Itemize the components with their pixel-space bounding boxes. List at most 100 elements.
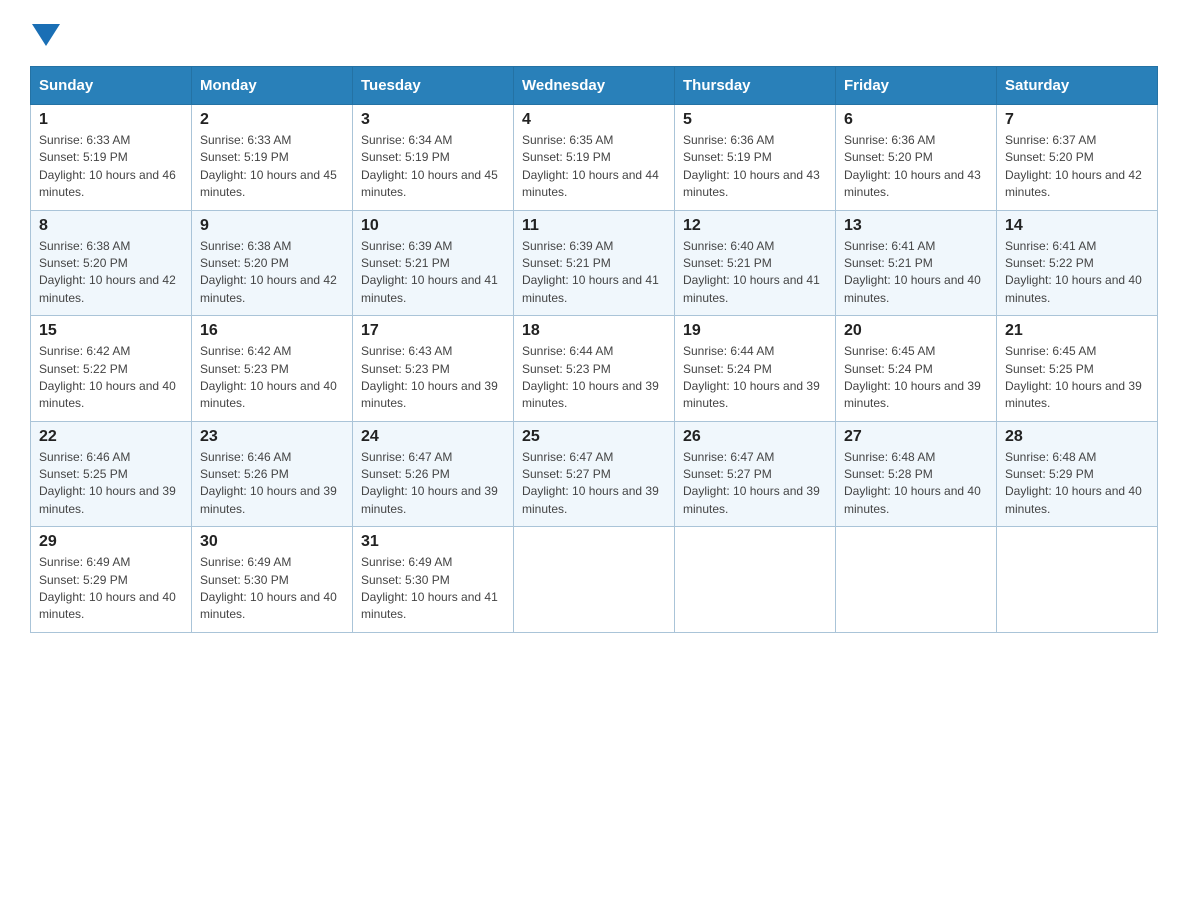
calendar-cell: 18 Sunrise: 6:44 AMSunset: 5:23 PMDayligh… xyxy=(514,316,675,422)
day-info: Sunrise: 6:37 AMSunset: 5:20 PMDaylight:… xyxy=(1005,132,1149,202)
calendar-cell: 22Sunrise: 6:46 AMSunset: 5:25 PMDayligh… xyxy=(31,421,192,527)
week-row-5: 29 Sunrise: 6:49 AMSunset: 5:29 PMDayligh… xyxy=(31,527,1158,633)
day-number: 15 xyxy=(39,322,183,340)
header-row: SundayMondayTuesdayWednesdayThursdayFrid… xyxy=(31,67,1158,105)
day-number: 9 xyxy=(200,217,344,235)
day-number: 8 xyxy=(39,217,183,235)
calendar-cell: 6Sunrise: 6:36 AMSunset: 5:20 PMDaylight… xyxy=(836,105,997,211)
calendar-cell: 13 Sunrise: 6:41 AMSunset: 5:21 PMDayligh… xyxy=(836,210,997,316)
day-info: Sunrise: 6:33 AMSunset: 5:19 PMDaylight:… xyxy=(200,132,344,202)
day-number: 12 xyxy=(683,217,827,235)
day-info: Sunrise: 6:46 AMSunset: 5:25 PMDaylight:… xyxy=(39,449,183,519)
day-number: 29 xyxy=(39,533,183,551)
day-info: Sunrise: 6:48 AMSunset: 5:28 PMDaylight:… xyxy=(844,449,988,519)
week-row-4: 22Sunrise: 6:46 AMSunset: 5:25 PMDayligh… xyxy=(31,421,1158,527)
header-cell-sunday: Sunday xyxy=(31,67,192,105)
day-number: 27 xyxy=(844,428,988,446)
calendar-cell xyxy=(675,527,836,633)
day-info: Sunrise: 6:41 AMSunset: 5:22 PMDaylight:… xyxy=(1005,238,1149,308)
day-number: 7 xyxy=(1005,111,1149,129)
calendar-cell: 10 Sunrise: 6:39 AMSunset: 5:21 PMDayligh… xyxy=(353,210,514,316)
day-info: Sunrise: 6:47 AMSunset: 5:27 PMDaylight:… xyxy=(522,449,666,519)
logo-triangle-icon xyxy=(32,24,60,46)
calendar-cell: 8Sunrise: 6:38 AMSunset: 5:20 PMDaylight… xyxy=(31,210,192,316)
day-info: Sunrise: 6:49 AMSunset: 5:30 PMDaylight:… xyxy=(200,554,344,624)
calendar-cell: 27 Sunrise: 6:48 AMSunset: 5:28 PMDayligh… xyxy=(836,421,997,527)
calendar-cell: 28Sunrise: 6:48 AMSunset: 5:29 PMDayligh… xyxy=(997,421,1158,527)
day-info: Sunrise: 6:42 AMSunset: 5:22 PMDaylight:… xyxy=(39,343,183,413)
calendar-cell: 29 Sunrise: 6:49 AMSunset: 5:29 PMDayligh… xyxy=(31,527,192,633)
day-info: Sunrise: 6:44 AMSunset: 5:23 PMDaylight:… xyxy=(522,343,666,413)
day-info: Sunrise: 6:35 AMSunset: 5:19 PMDaylight:… xyxy=(522,132,666,202)
calendar-cell: 25 Sunrise: 6:47 AMSunset: 5:27 PMDayligh… xyxy=(514,421,675,527)
day-info: Sunrise: 6:49 AMSunset: 5:29 PMDaylight:… xyxy=(39,554,183,624)
day-info: Sunrise: 6:34 AMSunset: 5:19 PMDaylight:… xyxy=(361,132,505,202)
day-info: Sunrise: 6:36 AMSunset: 5:19 PMDaylight:… xyxy=(683,132,827,202)
calendar-cell: 15 Sunrise: 6:42 AMSunset: 5:22 PMDayligh… xyxy=(31,316,192,422)
day-info: Sunrise: 6:47 AMSunset: 5:26 PMDaylight:… xyxy=(361,449,505,519)
day-number: 31 xyxy=(361,533,505,551)
calendar-cell: 21Sunrise: 6:45 AMSunset: 5:25 PMDayligh… xyxy=(997,316,1158,422)
day-number: 11 xyxy=(522,217,666,235)
day-number: 18 xyxy=(522,322,666,340)
day-number: 21 xyxy=(1005,322,1149,340)
day-number: 14 xyxy=(1005,217,1149,235)
day-info: Sunrise: 6:42 AMSunset: 5:23 PMDaylight:… xyxy=(200,343,344,413)
day-number: 23 xyxy=(200,428,344,446)
calendar-cell: 4 Sunrise: 6:35 AMSunset: 5:19 PMDaylight… xyxy=(514,105,675,211)
day-number: 10 xyxy=(361,217,505,235)
day-info: Sunrise: 6:49 AMSunset: 5:30 PMDaylight:… xyxy=(361,554,505,624)
day-info: Sunrise: 6:40 AMSunset: 5:21 PMDaylight:… xyxy=(683,238,827,308)
day-number: 5 xyxy=(683,111,827,129)
header-cell-saturday: Saturday xyxy=(997,67,1158,105)
day-number: 13 xyxy=(844,217,988,235)
calendar-cell: 16Sunrise: 6:42 AMSunset: 5:23 PMDayligh… xyxy=(192,316,353,422)
calendar-cell: 11 Sunrise: 6:39 AMSunset: 5:21 PMDayligh… xyxy=(514,210,675,316)
day-info: Sunrise: 6:39 AMSunset: 5:21 PMDaylight:… xyxy=(361,238,505,308)
day-info: Sunrise: 6:46 AMSunset: 5:26 PMDaylight:… xyxy=(200,449,344,519)
day-number: 2 xyxy=(200,111,344,129)
calendar-cell: 5 Sunrise: 6:36 AMSunset: 5:19 PMDaylight… xyxy=(675,105,836,211)
calendar-cell: 7 Sunrise: 6:37 AMSunset: 5:20 PMDaylight… xyxy=(997,105,1158,211)
day-number: 4 xyxy=(522,111,666,129)
week-row-2: 8Sunrise: 6:38 AMSunset: 5:20 PMDaylight… xyxy=(31,210,1158,316)
day-info: Sunrise: 6:47 AMSunset: 5:27 PMDaylight:… xyxy=(683,449,827,519)
header-cell-friday: Friday xyxy=(836,67,997,105)
calendar-cell xyxy=(997,527,1158,633)
day-number: 3 xyxy=(361,111,505,129)
calendar-cell: 26 Sunrise: 6:47 AMSunset: 5:27 PMDayligh… xyxy=(675,421,836,527)
calendar-cell: 2 Sunrise: 6:33 AMSunset: 5:19 PMDaylight… xyxy=(192,105,353,211)
day-info: Sunrise: 6:45 AMSunset: 5:24 PMDaylight:… xyxy=(844,343,988,413)
calendar-cell: 1Sunrise: 6:33 AMSunset: 5:19 PMDaylight… xyxy=(31,105,192,211)
calendar-header: SundayMondayTuesdayWednesdayThursdayFrid… xyxy=(31,67,1158,105)
day-info: Sunrise: 6:39 AMSunset: 5:21 PMDaylight:… xyxy=(522,238,666,308)
day-number: 19 xyxy=(683,322,827,340)
day-number: 25 xyxy=(522,428,666,446)
day-number: 24 xyxy=(361,428,505,446)
day-info: Sunrise: 6:44 AMSunset: 5:24 PMDaylight:… xyxy=(683,343,827,413)
day-number: 26 xyxy=(683,428,827,446)
calendar-cell: 14 Sunrise: 6:41 AMSunset: 5:22 PMDayligh… xyxy=(997,210,1158,316)
week-row-3: 15 Sunrise: 6:42 AMSunset: 5:22 PMDayligh… xyxy=(31,316,1158,422)
day-number: 17 xyxy=(361,322,505,340)
calendar-cell: 9Sunrise: 6:38 AMSunset: 5:20 PMDaylight… xyxy=(192,210,353,316)
week-row-1: 1Sunrise: 6:33 AMSunset: 5:19 PMDaylight… xyxy=(31,105,1158,211)
header-cell-thursday: Thursday xyxy=(675,67,836,105)
day-number: 30 xyxy=(200,533,344,551)
header-cell-wednesday: Wednesday xyxy=(514,67,675,105)
calendar-cell: 24 Sunrise: 6:47 AMSunset: 5:26 PMDayligh… xyxy=(353,421,514,527)
page-header xyxy=(30,20,1158,46)
calendar-cell: 17Sunrise: 6:43 AMSunset: 5:23 PMDayligh… xyxy=(353,316,514,422)
day-info: Sunrise: 6:41 AMSunset: 5:21 PMDaylight:… xyxy=(844,238,988,308)
header-cell-tuesday: Tuesday xyxy=(353,67,514,105)
calendar-cell: 23 Sunrise: 6:46 AMSunset: 5:26 PMDayligh… xyxy=(192,421,353,527)
day-number: 6 xyxy=(844,111,988,129)
logo xyxy=(30,20,60,46)
calendar-cell xyxy=(836,527,997,633)
calendar-table: SundayMondayTuesdayWednesdayThursdayFrid… xyxy=(30,66,1158,633)
day-info: Sunrise: 6:48 AMSunset: 5:29 PMDaylight:… xyxy=(1005,449,1149,519)
calendar-cell xyxy=(514,527,675,633)
calendar-cell: 31 Sunrise: 6:49 AMSunset: 5:30 PMDayligh… xyxy=(353,527,514,633)
calendar-cell: 20 Sunrise: 6:45 AMSunset: 5:24 PMDayligh… xyxy=(836,316,997,422)
day-number: 20 xyxy=(844,322,988,340)
